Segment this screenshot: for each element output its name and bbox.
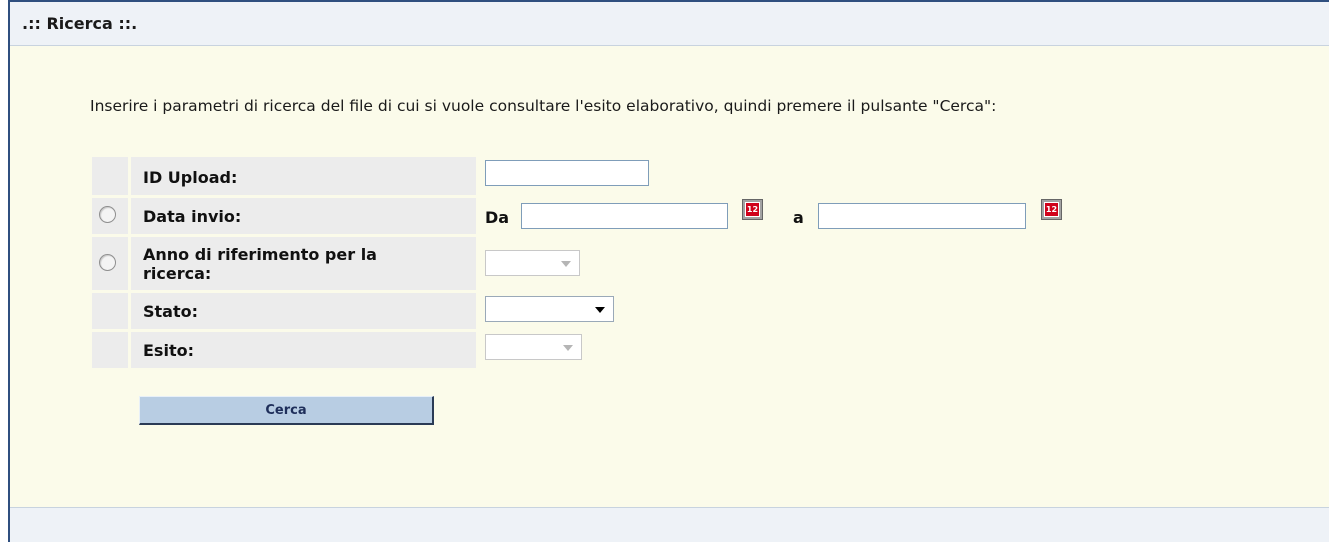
calendar-icon[interactable]: 12: [1041, 199, 1062, 220]
instructions-text: Inserire i parametri di ricerca del file…: [90, 97, 997, 115]
anno-radio[interactable]: [99, 254, 116, 271]
chevron-down-icon: [595, 307, 605, 313]
id-upload-input[interactable]: [485, 160, 649, 186]
row-spacer-id-upload: [92, 157, 128, 195]
id-upload-label-text: ID Upload:: [143, 168, 238, 187]
panel-header: .:: Ricerca ::.: [10, 2, 1329, 46]
calendar-icon[interactable]: 12: [742, 199, 763, 220]
data-invio-label-text: Data invio:: [143, 206, 242, 226]
anno-label: Anno di riferimento per la ricerca:: [131, 237, 476, 290]
row-radio-cell-anno: [92, 237, 128, 290]
esito-label-text: Esito:: [143, 340, 194, 360]
date-to-prefix: a: [793, 208, 804, 227]
stato-select[interactable]: [485, 296, 614, 322]
search-panel: .:: Ricerca ::. Inserire i parametri di …: [8, 0, 1329, 542]
id-upload-label: ID Upload:: [131, 157, 476, 195]
date-from-prefix: Da: [485, 208, 510, 227]
anno-label-line1: Anno di riferimento per la: [143, 244, 377, 264]
chevron-down-icon: [563, 345, 573, 351]
row-radio-cell-data-invio: [92, 198, 128, 234]
panel-title: .:: Ricerca ::.: [22, 14, 138, 33]
anno-select[interactable]: [485, 250, 580, 276]
esito-label: Esito:: [131, 332, 476, 368]
row-spacer-esito: [92, 332, 128, 368]
panel-footer: [10, 507, 1329, 542]
stato-label: Stato:: [131, 293, 476, 329]
date-from-input[interactable]: [521, 203, 728, 229]
data-invio-radio[interactable]: [99, 206, 116, 223]
date-to-input[interactable]: [818, 203, 1026, 229]
row-spacer-stato: [92, 293, 128, 329]
chevron-down-icon: [561, 261, 571, 267]
data-invio-label: Data invio:: [131, 198, 476, 234]
search-button[interactable]: Cerca: [139, 396, 434, 425]
stato-label-text: Stato:: [143, 301, 199, 321]
anno-label-line2: ricerca:: [143, 263, 212, 283]
esito-select[interactable]: [485, 334, 582, 360]
